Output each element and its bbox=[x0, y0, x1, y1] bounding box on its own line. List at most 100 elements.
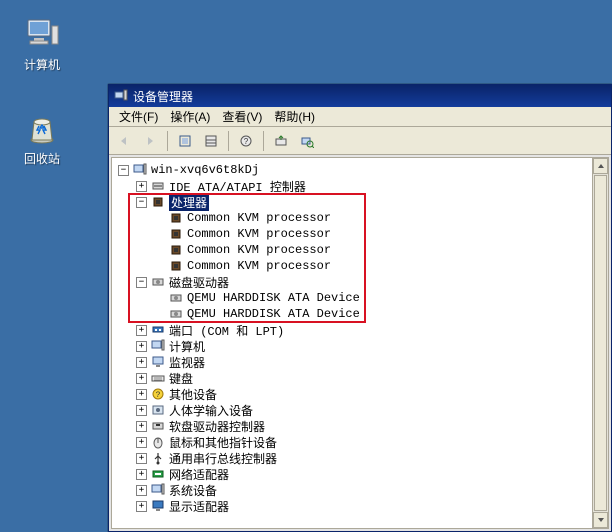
tree-node-label: 显示适配器 bbox=[169, 498, 229, 515]
menu-view[interactable]: 查看(V) bbox=[216, 106, 268, 127]
tree-node-usb[interactable]: + 通用串行总线控制器 bbox=[118, 450, 602, 466]
tree-node-floppy-ctrl[interactable]: + 软盘驱动器控制器 bbox=[118, 418, 602, 434]
tree-node-label: 通用串行总线控制器 bbox=[169, 450, 277, 467]
cpu-icon bbox=[168, 226, 184, 242]
tree-node-label: Common KVM processor bbox=[187, 243, 331, 257]
tree-node-label: 其他设备 bbox=[169, 386, 217, 403]
scroll-down-button[interactable] bbox=[593, 512, 608, 528]
tree-node-computer[interactable]: + 计算机 bbox=[118, 338, 602, 354]
expand-icon[interactable]: + bbox=[136, 437, 147, 448]
computer-cat-icon bbox=[150, 338, 166, 354]
computer-cat-icon bbox=[132, 162, 148, 178]
tree-node-cpu-item[interactable]: Common KVM processor bbox=[118, 210, 602, 226]
tree-client-area: − win-xvq6v6t8kDj + IDE ATA/ATAPI 控制器 − … bbox=[111, 157, 609, 529]
titlebar[interactable]: 设备管理器 bbox=[109, 85, 611, 107]
expand-icon[interactable]: + bbox=[136, 405, 147, 416]
disk-icon bbox=[168, 290, 184, 306]
port-icon bbox=[150, 322, 166, 338]
toolbar-help-button[interactable]: ? bbox=[235, 130, 257, 152]
tree-node-label: QEMU HARDDISK ATA Device bbox=[187, 307, 360, 321]
tree-node-ports[interactable]: + 端口 (COM 和 LPT) bbox=[118, 322, 602, 338]
desktop-icon-computer[interactable]: 计算机 bbox=[12, 14, 72, 73]
tree-node-nic[interactable]: +网络适配器 bbox=[118, 466, 602, 482]
usb-icon bbox=[150, 450, 166, 466]
tree-node-cpu-item[interactable]: Common KVM processor bbox=[118, 258, 602, 274]
tree-node-label: 端口 (COM 和 LPT) bbox=[169, 322, 284, 339]
desktop-icon-recycle-bin[interactable]: 回收站 bbox=[12, 108, 72, 167]
floppy-ctrl-icon bbox=[150, 418, 166, 434]
tree-node-label: IDE ATA/ATAPI 控制器 bbox=[169, 178, 306, 195]
tree-node-label: 软盘驱动器控制器 bbox=[169, 418, 265, 435]
expand-icon[interactable]: + bbox=[136, 357, 147, 368]
tree-node-label: 人体学输入设备 bbox=[169, 402, 253, 419]
cpu-icon bbox=[168, 210, 184, 226]
ide-icon bbox=[150, 178, 166, 194]
desktop-icon-label: 计算机 bbox=[12, 56, 72, 73]
device-manager-icon bbox=[113, 88, 129, 104]
tree-node-monitors[interactable]: + 监视器 bbox=[118, 354, 602, 370]
toolbar: ? bbox=[109, 127, 611, 155]
expand-icon[interactable]: + bbox=[136, 325, 147, 336]
back-button bbox=[113, 130, 135, 152]
menu-action[interactable]: 操作(A) bbox=[164, 106, 216, 127]
toolbar-separator bbox=[167, 131, 168, 151]
tree-node-label: 监视器 bbox=[169, 354, 205, 371]
mouse-icon bbox=[150, 434, 166, 450]
expand-icon[interactable]: + bbox=[136, 485, 147, 496]
tree-node-other[interactable]: +?其他设备 bbox=[118, 386, 602, 402]
expand-icon[interactable]: + bbox=[136, 389, 147, 400]
toolbar-update-driver-button[interactable] bbox=[270, 130, 292, 152]
nic-icon bbox=[150, 466, 166, 482]
tree-node-label: win-xvq6v6t8kDj bbox=[151, 163, 259, 177]
tree-node-cpu-item[interactable]: Common KVM processor bbox=[118, 226, 602, 242]
recycle-bin-icon bbox=[22, 108, 62, 148]
tree-node-display[interactable]: + 显示适配器 bbox=[118, 498, 602, 514]
tree-node-label: 磁盘驱动器 bbox=[169, 274, 229, 291]
menubar: 文件(F) 操作(A) 查看(V) 帮助(H) bbox=[109, 107, 611, 127]
tree-node-disk-item[interactable]: QEMU HARDDISK ATA Device bbox=[118, 306, 602, 322]
device-tree: − win-xvq6v6t8kDj + IDE ATA/ATAPI 控制器 − … bbox=[112, 158, 608, 518]
tree-node-label: 系统设备 bbox=[169, 482, 217, 499]
forward-button bbox=[139, 130, 161, 152]
tree-node-disk-item[interactable]: QEMU HARDDISK ATA Device bbox=[118, 290, 602, 306]
expand-icon[interactable]: + bbox=[136, 469, 147, 480]
collapse-icon[interactable]: − bbox=[136, 277, 147, 288]
display-icon bbox=[150, 498, 166, 514]
tree-node-label: 计算机 bbox=[169, 338, 205, 355]
scroll-thumb[interactable] bbox=[594, 175, 607, 511]
vertical-scrollbar[interactable] bbox=[592, 158, 608, 528]
disk-icon bbox=[168, 306, 184, 322]
expand-icon[interactable]: + bbox=[136, 373, 147, 384]
tree-node-ide[interactable]: + IDE ATA/ATAPI 控制器 bbox=[118, 178, 602, 194]
toolbar-separator bbox=[228, 131, 229, 151]
expand-icon[interactable]: + bbox=[136, 341, 147, 352]
toolbar-scope-button[interactable] bbox=[174, 130, 196, 152]
expand-icon[interactable]: + bbox=[136, 421, 147, 432]
tree-node-cpu-item[interactable]: Common KVM processor bbox=[118, 242, 602, 258]
tree-node-mice[interactable]: + 鼠标和其他指针设备 bbox=[118, 434, 602, 450]
tree-node-keyboards[interactable]: +键盘 bbox=[118, 370, 602, 386]
tree-node-cpu[interactable]: − 处理器 bbox=[118, 194, 602, 210]
tree-node-system[interactable]: + 系统设备 bbox=[118, 482, 602, 498]
menu-help[interactable]: 帮助(H) bbox=[268, 106, 321, 127]
collapse-icon[interactable]: − bbox=[136, 197, 147, 208]
cpu-icon bbox=[150, 194, 166, 210]
expand-icon[interactable]: + bbox=[136, 501, 147, 512]
tree-node-label: 鼠标和其他指针设备 bbox=[169, 434, 277, 451]
tree-node-disk[interactable]: − 磁盘驱动器 bbox=[118, 274, 602, 290]
cpu-icon bbox=[168, 258, 184, 274]
tree-root[interactable]: − win-xvq6v6t8kDj bbox=[118, 162, 602, 178]
toolbar-scan-button[interactable] bbox=[296, 130, 318, 152]
disk-icon bbox=[150, 274, 166, 290]
keyboard-icon bbox=[150, 370, 166, 386]
tree-node-label: Common KVM processor bbox=[187, 211, 331, 225]
expand-icon[interactable]: + bbox=[136, 453, 147, 464]
menu-file[interactable]: 文件(F) bbox=[113, 106, 164, 127]
collapse-icon[interactable]: − bbox=[118, 165, 129, 176]
expand-icon[interactable]: + bbox=[136, 181, 147, 192]
toolbar-view-button[interactable] bbox=[200, 130, 222, 152]
tree-node-hid[interactable]: + 人体学输入设备 bbox=[118, 402, 602, 418]
computer-icon bbox=[22, 14, 62, 54]
scroll-up-button[interactable] bbox=[593, 158, 608, 174]
tree-node-label: 处理器 bbox=[169, 194, 209, 211]
